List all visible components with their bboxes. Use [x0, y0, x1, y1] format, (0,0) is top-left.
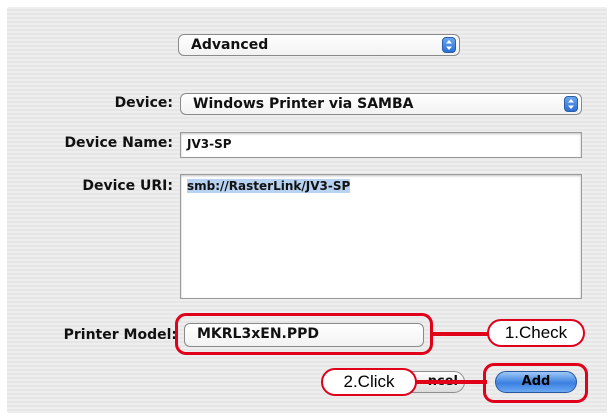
printer-model-label: Printer Model:: [63, 327, 177, 343]
add-button[interactable]: Add: [495, 371, 577, 393]
device-name-label: Device Name:: [64, 135, 173, 151]
mode-select-value: Advanced: [191, 37, 269, 53]
device-name-value: JV3-SP: [187, 137, 232, 151]
printer-model-select[interactable]: MKRL3xEN.PPD: [184, 323, 424, 347]
check-callout: 1.Check: [487, 319, 585, 347]
up-down-arrows-icon: [564, 96, 578, 112]
mode-select[interactable]: Advanced: [178, 34, 460, 56]
device-select[interactable]: Windows Printer via SAMBA: [180, 93, 582, 115]
printer-model-value: MKRL3xEN.PPD: [197, 326, 319, 342]
printer-dialog: Advanced Device: Windows Printer via SAM…: [7, 7, 607, 413]
up-down-arrows-icon: [442, 37, 456, 53]
check-connector: [431, 332, 491, 336]
device-select-value: Windows Printer via SAMBA: [193, 96, 414, 112]
device-uri-value: smb://RasterLink/JV3-SP: [187, 179, 351, 193]
click-callout: 2.Click: [321, 368, 417, 396]
add-button-label: Add: [521, 374, 551, 389]
device-label: Device:: [114, 95, 173, 111]
device-name-field[interactable]: JV3-SP: [180, 132, 582, 158]
click-connector: [415, 380, 487, 384]
device-uri-label: Device URI:: [82, 178, 173, 194]
device-uri-field[interactable]: smb://RasterLink/JV3-SP: [180, 174, 582, 299]
